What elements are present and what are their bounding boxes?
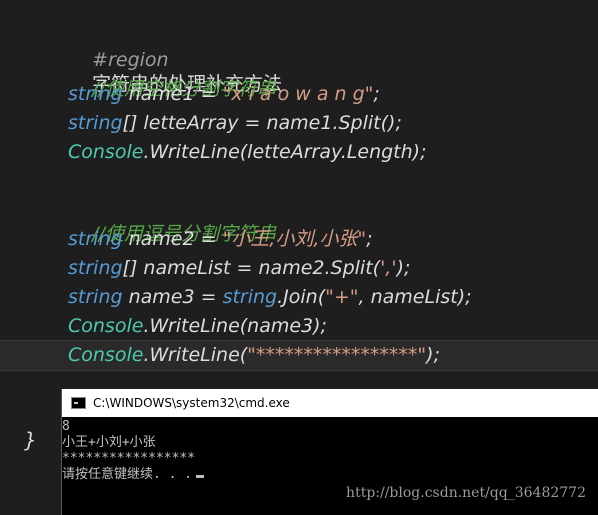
string-literal: "*****************" [247,344,427,366]
string-literal: "+" [325,286,359,308]
code-text: [] letteArray = name1.Split(); [122,112,402,134]
console-prompt-text: 请按任意键继续. . . [62,467,193,482]
text-cursor [196,475,205,478]
code-text: name2 = [122,228,223,250]
keyword-string: string [222,286,278,308]
code-text: name3 = [122,286,223,308]
keyword-string: string [68,257,123,279]
code-line-8: string[] nameList = name2.Split(','); [68,256,410,280]
code-line-7: string name2 = "小王,小刘,小张"; [68,227,373,251]
cmd-icon [71,397,86,409]
console-prompt-line: 请按任意键继续. . . [62,467,598,483]
keyword-string: string [68,228,123,250]
code-line-3: string name1 = "x i a o w a n g"; [68,82,380,106]
code-text: name1 = [122,83,223,105]
closing-brace: } [24,428,37,452]
code-line-10: Console.WriteLine(name3); [68,314,327,338]
code-line-11: Console.WriteLine("*****************"); [68,343,440,367]
code-text: ; [373,83,380,105]
class-console: Console [68,141,144,163]
cmd-output[interactable]: 8 小王+小刘+小张 ***************** 请按任意键继续. . … [62,419,598,483]
code-line-4: string[] letteArray = name1.Split(); [68,111,402,135]
code-text: [] nameList = name2.Split( [122,257,381,279]
code-line-9: string name3 = string.Join("+", nameList… [68,285,472,309]
code-text: ; [366,228,373,250]
code-text: , nameList); [358,286,472,308]
string-literal: "小王,小刘,小张" [222,228,367,250]
keyword-string: string [68,112,123,134]
cmd-window-title: C:\WINDOWS\system32\cmd.exe [93,396,290,410]
class-console: Console [68,315,144,337]
watermark-url: http://blog.csdn.net/qq_36482772 [346,485,586,501]
keyword-string: string [68,286,123,308]
code-text: .Join( [277,286,326,308]
code-text: .WriteLine( [143,344,248,366]
console-output-line: ***************** [62,451,196,466]
code-text: .WriteLine(letteArray.Length); [143,141,427,163]
cmd-titlebar[interactable]: C:\WINDOWS\system32\cmd.exe [62,389,598,417]
console-output-line: 8 [62,419,70,434]
string-literal: ',' [380,257,397,279]
code-line-5: Console.WriteLine(letteArray.Length); [68,140,426,164]
console-output-line: 小王+小刘+小张 [62,435,156,450]
class-console: Console [68,344,144,366]
code-text: .WriteLine(name3); [143,315,327,337]
code-text: ); [396,257,411,279]
keyword-string: string [68,83,123,105]
code-text: ); [426,344,440,366]
string-literal: "x i a o w a n g" [222,83,374,105]
